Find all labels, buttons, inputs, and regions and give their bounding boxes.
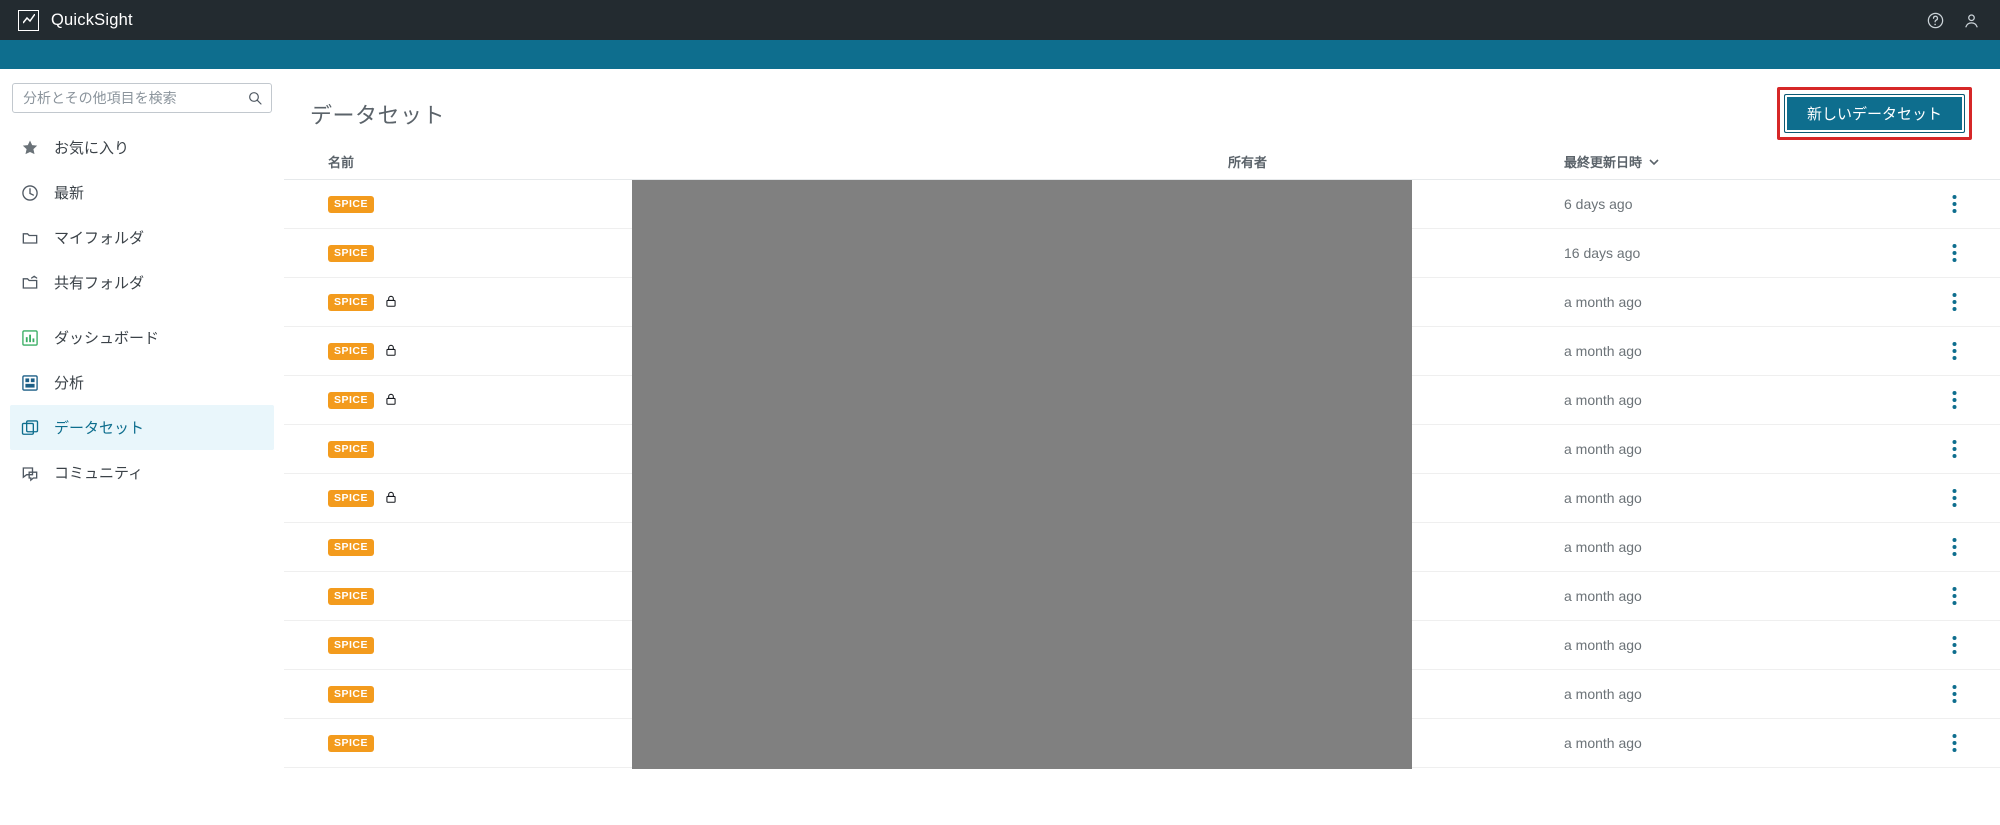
row-menu-button[interactable]	[1934, 537, 1974, 557]
row-updated: a month ago	[1564, 588, 1934, 604]
analysis-icon	[20, 373, 40, 393]
row-updated: a month ago	[1564, 735, 1934, 751]
row-updated: a month ago	[1564, 637, 1934, 653]
row-updated: a month ago	[1564, 539, 1934, 555]
highlight-border: 新しいデータセット	[1777, 87, 1972, 140]
row-updated: a month ago	[1564, 294, 1934, 310]
row-menu-button[interactable]	[1934, 733, 1974, 753]
row-menu-button[interactable]	[1934, 439, 1974, 459]
col-header-owner[interactable]: 所有者	[1228, 152, 1564, 171]
main-panel: データセット 新しいデータセット 名前 所有者 最終更新日時 SPICE 自分 …	[284, 69, 2000, 825]
sidebar-item-my-folders[interactable]: マイフォルダ	[10, 215, 274, 260]
sidebar: お気に入り最新マイフォルダ共有フォルダダッシュボード分析データセットコミュニティ	[0, 69, 284, 825]
row-menu-button[interactable]	[1934, 292, 1974, 312]
spice-badge: SPICE	[328, 539, 374, 556]
clock-icon	[20, 183, 40, 203]
spice-badge: SPICE	[328, 196, 374, 213]
row-updated: 6 days ago	[1564, 196, 1934, 212]
star-icon	[20, 138, 40, 158]
row-updated: a month ago	[1564, 392, 1934, 408]
sidebar-item-label: 分析	[54, 372, 84, 393]
spice-badge: SPICE	[328, 294, 374, 311]
lock-icon	[384, 294, 398, 311]
sidebar-item-label: 共有フォルダ	[54, 272, 144, 293]
dash-icon	[20, 328, 40, 348]
col-header-name[interactable]: 名前	[328, 152, 1228, 171]
search-icon	[247, 90, 263, 106]
sidebar-item-recent[interactable]: 最新	[10, 170, 274, 215]
help-icon[interactable]	[1924, 9, 1946, 31]
spice-badge: SPICE	[328, 392, 374, 409]
table-body: SPICE 自分 6 days ago SPICE 自分 16 days ago…	[284, 180, 2000, 768]
community-icon	[20, 463, 40, 483]
sidebar-item-label: データセット	[54, 417, 144, 438]
row-updated: a month ago	[1564, 490, 1934, 506]
row-menu-button[interactable]	[1934, 390, 1974, 410]
topbar: QuickSight	[0, 0, 2000, 40]
shared-icon	[20, 273, 40, 293]
table-header: 名前 所有者 最終更新日時	[284, 152, 2000, 180]
lock-icon	[384, 343, 398, 360]
page-title: データセット	[310, 98, 445, 130]
col-header-updated[interactable]: 最終更新日時	[1564, 152, 1934, 171]
row-menu-button[interactable]	[1934, 341, 1974, 361]
spice-badge: SPICE	[328, 441, 374, 458]
search-container[interactable]	[12, 83, 272, 113]
sidebar-item-datasets[interactable]: データセット	[10, 405, 274, 450]
spice-badge: SPICE	[328, 588, 374, 605]
row-menu-button[interactable]	[1934, 488, 1974, 508]
sidebar-item-analyses[interactable]: 分析	[10, 360, 274, 405]
brand-ribbon	[0, 40, 2000, 69]
search-input[interactable]	[21, 89, 247, 107]
quicksight-logo-icon	[18, 10, 39, 31]
sidebar-item-label: コミュニティ	[54, 462, 143, 483]
row-updated: a month ago	[1564, 343, 1934, 359]
sidebar-item-label: 最新	[54, 182, 84, 203]
sidebar-item-favorites[interactable]: お気に入り	[10, 125, 274, 170]
spice-badge: SPICE	[328, 343, 374, 360]
row-menu-button[interactable]	[1934, 684, 1974, 704]
account-icon[interactable]	[1960, 9, 1982, 31]
product-name: QuickSight	[51, 11, 133, 30]
row-updated: 16 days ago	[1564, 245, 1934, 261]
row-updated: a month ago	[1564, 441, 1934, 457]
sidebar-item-shared[interactable]: 共有フォルダ	[10, 260, 274, 305]
chevron-down-icon	[1648, 156, 1660, 168]
lock-icon	[384, 490, 398, 507]
row-updated: a month ago	[1564, 686, 1934, 702]
sidebar-item-dashboards[interactable]: ダッシュボード	[10, 315, 274, 360]
sidebar-item-community[interactable]: コミュニティ	[10, 450, 274, 495]
row-menu-button[interactable]	[1934, 586, 1974, 606]
spice-badge: SPICE	[328, 686, 374, 703]
row-menu-button[interactable]	[1934, 243, 1974, 263]
sidebar-item-label: ダッシュボード	[54, 327, 159, 348]
row-menu-button[interactable]	[1934, 635, 1974, 655]
lock-icon	[384, 392, 398, 409]
spice-badge: SPICE	[328, 735, 374, 752]
sidebar-item-label: お気に入り	[54, 137, 129, 158]
folder-icon	[20, 228, 40, 248]
dataset-icon	[20, 418, 40, 438]
new-dataset-button[interactable]: 新しいデータセット	[1784, 94, 1965, 133]
spice-badge: SPICE	[328, 245, 374, 262]
spice-badge: SPICE	[328, 637, 374, 654]
redaction-overlay	[632, 180, 1412, 769]
sidebar-item-label: マイフォルダ	[54, 227, 144, 248]
spice-badge: SPICE	[328, 490, 374, 507]
row-menu-button[interactable]	[1934, 194, 1974, 214]
